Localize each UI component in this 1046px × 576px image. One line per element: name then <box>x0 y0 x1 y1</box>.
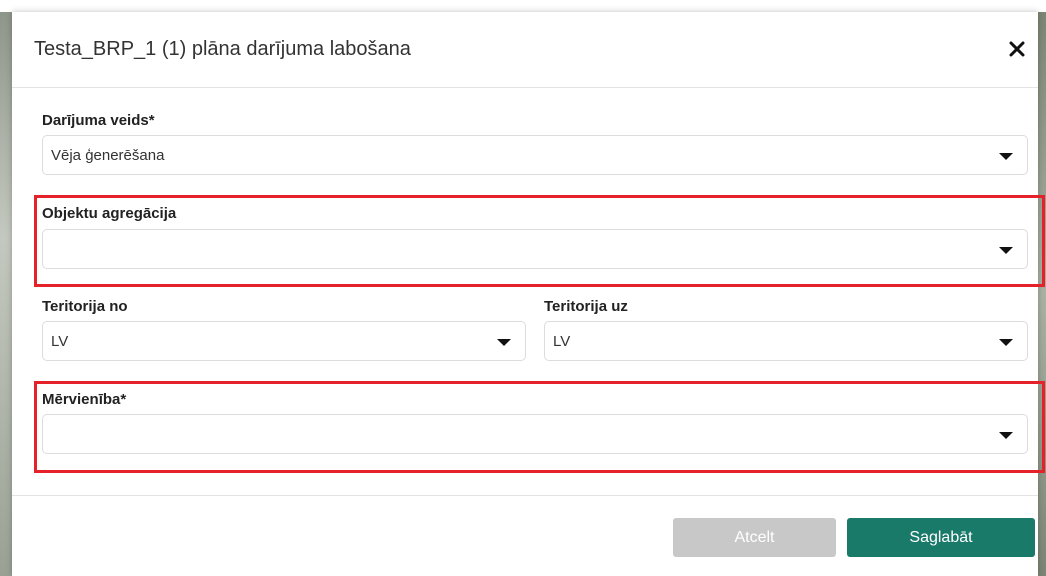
background-page-strip <box>0 0 1046 12</box>
chevron-down-icon <box>999 339 1013 346</box>
object-aggregation-select[interactable] <box>42 229 1028 269</box>
territory-to-label: Teritorija uz <box>544 298 628 315</box>
chevron-down-icon <box>999 247 1013 254</box>
transaction-type-select[interactable]: Vēja ģenerēšana <box>42 135 1028 175</box>
chevron-down-icon <box>497 339 511 346</box>
background-page-right-edge <box>1038 12 1046 576</box>
unit-label: Mērvienība* <box>42 391 127 408</box>
chevron-down-icon <box>999 432 1013 439</box>
dialog-title: Testa_BRP_1 (1) plāna darījuma labošana <box>34 38 411 60</box>
chevron-down-icon <box>999 153 1013 160</box>
close-icon <box>1009 41 1025 57</box>
territory-to-select[interactable]: LV <box>544 321 1028 361</box>
dialog-header: Testa_BRP_1 (1) plāna darījuma labošana <box>12 12 1038 88</box>
territory-from-select[interactable]: LV <box>42 321 526 361</box>
territory-from-value: LV <box>51 333 69 350</box>
save-button[interactable]: Saglabāt <box>847 518 1035 557</box>
transaction-type-label: Darījuma veids* <box>42 112 155 129</box>
footer-divider <box>12 495 1038 496</box>
territory-from-label: Teritorija no <box>42 298 128 315</box>
transaction-type-value: Vēja ģenerēšana <box>51 147 165 164</box>
unit-select[interactable] <box>42 414 1028 454</box>
close-button[interactable] <box>1006 38 1028 60</box>
background-page-left-edge <box>0 12 12 576</box>
territory-to-value: LV <box>553 333 571 350</box>
cancel-button[interactable]: Atcelt <box>673 518 836 557</box>
object-aggregation-label: Objektu agregācija <box>42 205 177 222</box>
edit-transaction-dialog: Testa_BRP_1 (1) plāna darījuma labošana … <box>12 12 1045 576</box>
